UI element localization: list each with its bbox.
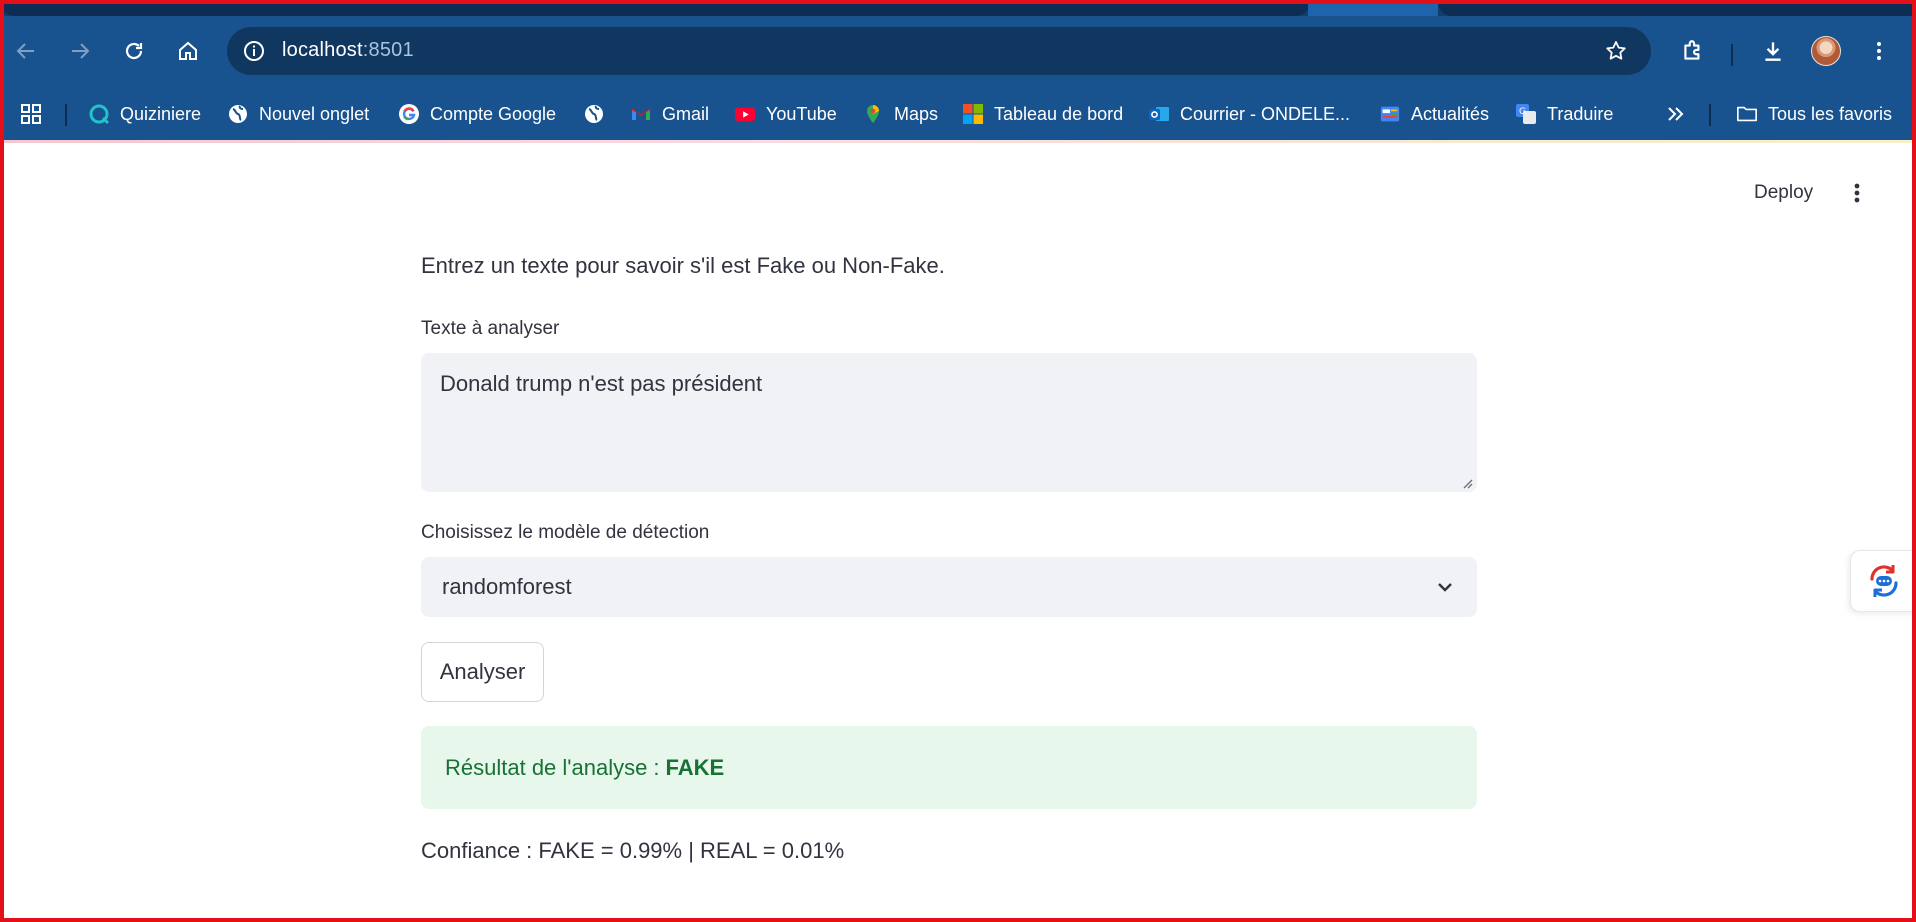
bookmark-label: Tous les favoris [1768,103,1893,124]
chat-refresh-icon [1869,565,1898,597]
app-menu-button[interactable] [1842,176,1872,210]
bookmark-youtube[interactable]: YouTube [734,98,837,130]
model-select[interactable]: randomforest [421,557,1477,617]
browser-tab[interactable] [0,0,1310,16]
info-icon [244,41,264,61]
apps-button[interactable] [19,98,43,130]
bookmark-label: Actualités [1411,103,1490,124]
url-port: :8501 [362,39,414,61]
chrome-divider [0,140,1916,143]
tab-strip [0,0,1916,16]
maps-icon [862,103,884,125]
globe-icon [583,103,605,125]
all-bookmarks-folder[interactable]: Tous les favoris [1736,98,1892,130]
google-icon [398,103,420,125]
bookmark-label: Compte Google [430,103,557,124]
bookmark-nouvel-onglet[interactable]: Nouvel onglet [227,98,369,130]
model-select-value: randomforest [442,574,572,599]
bookmark-globe[interactable] [583,98,605,130]
result-value: FAKE [665,754,725,780]
bookmark-label: Traduire [1547,103,1614,124]
browser-tab-active[interactable] [1308,0,1438,16]
chevron-down-icon [1433,575,1457,599]
bookmarks-separator [1709,104,1711,126]
gmail-icon [630,103,652,125]
browser-toolbar: localhost:8501 [0,16,1916,86]
home-button[interactable] [171,34,205,68]
extensions-button[interactable] [1676,34,1710,68]
apps-grid-icon [21,104,41,124]
bookmark-maps[interactable]: Maps [862,98,938,130]
bookmark-courrier[interactable]: Courrier - ONDELE... [1148,98,1350,130]
bookmark-label: Maps [894,103,939,124]
chat-widget-button[interactable] [1850,550,1916,612]
url-host: localhost [282,39,363,61]
bookmark-star-button[interactable] [1601,36,1631,66]
back-arrow-icon [16,43,34,59]
result-success-alert: Résultat de l'analyse : FAKE [421,726,1477,809]
kebab-menu-icon [1877,42,1881,60]
resize-grip-icon[interactable] [1461,477,1473,489]
folder-icon [1736,103,1758,125]
bookmark-label: Quiziniere [120,103,202,124]
bookmark-label: Tableau de bord [994,103,1124,124]
bookmarks-separator [65,104,67,126]
home-icon [179,41,197,60]
forward-arrow-icon [72,43,90,59]
kebab-menu-icon [1854,183,1860,203]
browser-tab[interactable] [1438,0,1916,16]
bookmark-quiziniere[interactable]: Quiziniere [88,98,201,130]
globe-icon [227,103,249,125]
text-input-label: Texte à analyser [421,318,560,339]
bookmark-traduire[interactable]: G Traduire [1515,98,1613,130]
double-chevron-icon [1668,107,1684,121]
bookmark-label: Courrier - ONDELE... [1180,103,1351,124]
back-button[interactable] [9,34,43,68]
puzzle-icon [1684,40,1700,60]
result-prefix: Résultat de l'analyse : [445,754,660,780]
model-select-label: Choisissez le modèle de détection [421,522,710,543]
browser-chrome: localhost:8501 Quiziniere Nouvel onglet [0,0,1916,143]
more-bookmarks-button[interactable] [1664,98,1686,130]
analyze-button[interactable]: Analyser [421,642,544,702]
svg-text:G: G [1519,107,1526,117]
intro-text: Entrez un texte pour savoir s'il est Fak… [421,253,945,278]
outlook-icon [1148,103,1170,125]
bookmark-label: Nouvel onglet [259,103,370,124]
deploy-button[interactable]: Deploy [1744,176,1823,210]
bookmark-gmail[interactable]: Gmail [630,98,709,130]
confidence-text: Confiance : FAKE = 0.99% | REAL = 0.01% [421,838,845,863]
translate-icon: G [1515,103,1537,125]
reload-button[interactable] [117,34,151,68]
quiziniere-icon [88,103,110,125]
toolbar-separator [1731,44,1733,66]
bookmark-tableau-de-bord[interactable]: Tableau de bord [962,98,1123,130]
url-text[interactable]: localhost:8501 [282,39,414,62]
profile-avatar[interactable] [1811,36,1841,66]
youtube-icon [734,103,756,125]
download-icon [1765,42,1781,61]
browser-menu-button[interactable] [1862,34,1896,68]
bookmark-label: Gmail [662,103,710,124]
analysis-text-area[interactable]: Donald trump n'est pas président [421,353,1477,492]
bookmark-actualites[interactable]: Actualités [1379,98,1489,130]
bookmarks-bar: Quiziniere Nouvel onglet Compte Google G… [0,86,1916,142]
bookmark-label: YouTube [766,103,837,124]
forward-button[interactable] [63,34,97,68]
downloads-button[interactable] [1756,34,1790,68]
news-icon [1379,103,1401,125]
reload-icon [125,42,143,60]
microsoft-icon [962,103,984,125]
address-bar[interactable]: localhost:8501 [227,27,1651,75]
site-info-button[interactable] [237,34,271,68]
star-icon [1606,41,1626,60]
bookmark-compte-google[interactable]: Compte Google [398,98,556,130]
